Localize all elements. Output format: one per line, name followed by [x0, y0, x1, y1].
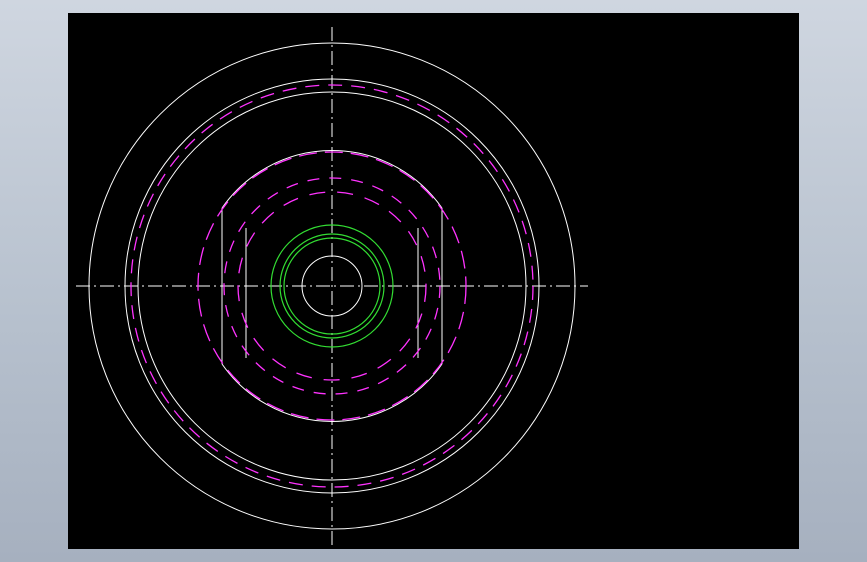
cad-viewport[interactable]: [68, 13, 799, 549]
cad-drawing: [76, 27, 588, 545]
centerlines: [76, 27, 588, 545]
